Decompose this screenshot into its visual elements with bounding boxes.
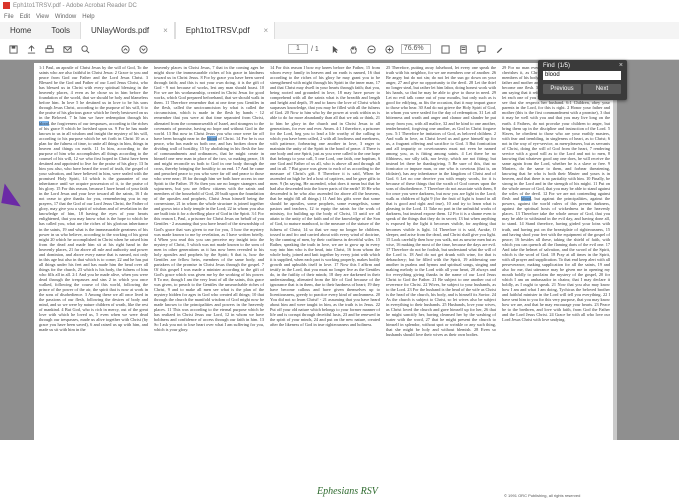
menu-help[interactable]: Help <box>82 14 94 20</box>
pointer-arrow-icon <box>0 183 21 215</box>
search-highlight: blood <box>521 196 532 202</box>
find-next-button[interactable]: Next <box>583 84 621 94</box>
document-footer-title: Ephesians RSV <box>317 486 378 497</box>
tab-tools-label: Tools <box>51 26 71 35</box>
find-previous-button[interactable]: Previous <box>543 84 581 94</box>
zoom-out-icon[interactable] <box>367 44 377 54</box>
comment-icon[interactable] <box>477 44 487 54</box>
menu-edit[interactable]: Edit <box>20 14 30 20</box>
text-column-5: 29 For no man ever hates his own flesh, … <box>502 65 610 323</box>
tab-document-unlaywords[interactable]: UNlayWords.pdf × <box>80 22 175 39</box>
text-column-2: heavenly places in Christ Jesus, 7 that … <box>154 65 264 333</box>
tab-document-label: UNlayWords.pdf <box>91 26 150 35</box>
pdf-page[interactable]: 1:1 Paul, an apostle of Christ Jesus by … <box>34 63 613 500</box>
save-icon[interactable] <box>8 44 18 54</box>
scroll-mode-icon[interactable] <box>459 44 469 54</box>
page-total: / 1 <box>311 45 319 53</box>
window-title: Eph1to1TRSV.pdf - Adobe Acrobat Reader D… <box>13 2 137 9</box>
highlight-pen-icon[interactable] <box>495 44 505 54</box>
search-highlight: blood <box>207 135 218 141</box>
hand-tool-icon[interactable] <box>349 44 359 54</box>
upload-icon[interactable] <box>26 44 36 54</box>
tab-home-label: Home <box>10 26 32 35</box>
find-title: Find <box>543 63 555 69</box>
text-column-4: 25 Therefore, putting away falsehood, le… <box>386 65 496 338</box>
find-dialog: Find (1/5) × blood Previous Next <box>538 60 627 100</box>
menu-view[interactable]: View <box>36 14 49 20</box>
page-number-input[interactable]: 1 <box>288 44 308 54</box>
print-icon[interactable] <box>44 44 54 54</box>
zoom-level-select[interactable]: 76.6% <box>400 44 431 54</box>
text-column-3: 14 For this reason I bow my knees before… <box>270 65 380 328</box>
menu-window[interactable]: Window <box>55 14 76 20</box>
title-bar: Eph1to1TRSV.pdf - Adobe Acrobat Reader D… <box>0 0 679 11</box>
document-copyright: © 1991 ORC Publishing, all rights reserv… <box>504 493 581 498</box>
zoom-in-icon[interactable] <box>385 44 395 54</box>
find-input[interactable]: blood <box>543 71 621 80</box>
fit-page-icon[interactable] <box>441 44 451 54</box>
close-icon[interactable]: × <box>264 26 269 35</box>
page-up-icon[interactable] <box>120 44 130 54</box>
find-header: Find (1/5) <box>543 63 570 69</box>
find-match-count: (1/5) <box>557 63 571 69</box>
acrobat-app-icon <box>3 2 10 9</box>
email-icon[interactable] <box>62 44 72 54</box>
tab-tools[interactable]: Tools <box>41 22 80 39</box>
tab-home[interactable]: Home <box>0 22 41 39</box>
toolbar: 1 / 1 76.6% <box>0 39 679 60</box>
search-icon[interactable] <box>80 44 90 54</box>
menu-file[interactable]: File <box>4 14 14 20</box>
tab-document-eph[interactable]: Eph1to1TRSV.pdf × <box>174 22 276 39</box>
text-column-1: 1:1 Paul, an apostle of Christ Jesus by … <box>39 65 148 333</box>
select-cursor-icon[interactable] <box>331 44 341 54</box>
search-highlight: blood <box>39 120 49 126</box>
tab-document-label: Eph1to1TRSV.pdf <box>185 26 250 35</box>
page-down-icon[interactable] <box>138 44 148 54</box>
vertical-scrollbar[interactable] <box>613 60 617 440</box>
close-icon[interactable]: × <box>163 26 168 35</box>
close-icon[interactable]: × <box>619 62 623 69</box>
menu-bar: File Edit View Window Help <box>0 11 679 22</box>
tab-bar: Home Tools UNlayWords.pdf × Eph1to1TRSV.… <box>0 22 679 40</box>
